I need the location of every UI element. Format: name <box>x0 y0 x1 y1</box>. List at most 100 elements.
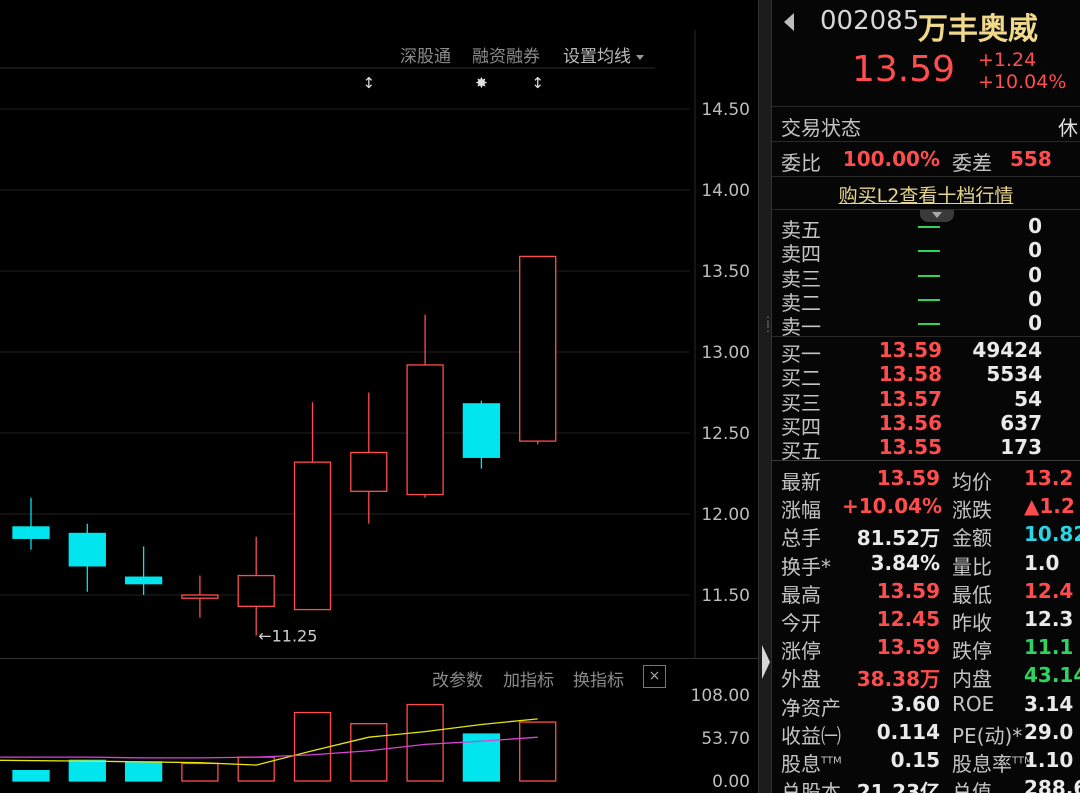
stat-value: 81.52万 <box>856 526 940 551</box>
divider <box>772 141 1080 142</box>
stat-label: 总值 <box>952 780 992 793</box>
volume-bar <box>237 756 275 782</box>
add-indicator-button[interactable]: 加指标 <box>503 666 554 691</box>
candle-body <box>462 403 501 458</box>
stat-value: 13.59 <box>876 466 940 490</box>
caret-down-icon <box>636 54 645 60</box>
ask-volume: 0 <box>1028 286 1042 311</box>
volume-tick-label: 108.00 <box>691 686 750 706</box>
weicha-label: 委差 <box>952 151 992 175</box>
stat-label: 收益㈠ <box>781 723 841 748</box>
bid-price: 13.59 <box>878 338 942 362</box>
candle-body <box>406 364 444 496</box>
bid-price: 13.58 <box>878 362 942 387</box>
price-tick-label: 14.00 <box>701 181 750 201</box>
expand-tab[interactable] <box>920 210 954 222</box>
change-params-button[interactable]: 改参数 <box>432 666 483 691</box>
last-price: 13.59 <box>852 49 956 90</box>
volume-bar <box>181 762 219 782</box>
ask-volume: 0 <box>1028 311 1042 336</box>
stat-label: 最高 <box>781 582 821 607</box>
buy-l2-link[interactable]: 购买L2查看十档行情 <box>772 181 1080 208</box>
price-tick-label: 12.00 <box>701 505 750 525</box>
ma-settings-label: 设置均线 <box>563 47 631 67</box>
bid-price: 13.56 <box>878 410 942 435</box>
weibi-label: 委比 <box>781 151 821 175</box>
divider <box>772 336 1080 337</box>
stat-value: 12.4 <box>1024 578 1074 603</box>
divider <box>772 106 1080 107</box>
bid-volume: 173 <box>1000 435 1042 460</box>
divider <box>772 176 1080 177</box>
candle-body <box>237 574 275 607</box>
collapse-arrow-icon[interactable] <box>762 645 770 679</box>
candle-body <box>293 461 332 611</box>
candle-body <box>519 255 557 442</box>
stat-label: 涨幅 <box>781 498 821 523</box>
trade-status-value: 休 <box>1058 116 1078 140</box>
stat-label: PE(动)* <box>952 723 1023 748</box>
divider <box>772 460 1080 461</box>
stat-value: 38.38万 <box>856 667 940 692</box>
stat-value: 1.10 <box>1024 748 1074 772</box>
stat-value: 3.84% <box>870 550 940 575</box>
price-tick-label: 11.50 <box>701 586 750 606</box>
kline-chart-panel[interactable]: 14.50 14.00 13.50 13.00 12.50 12.00 11.50 ←11.2… <box>0 0 758 792</box>
stat-label: 均价 <box>952 470 992 494</box>
weibi-value: 100.00% <box>842 147 940 171</box>
shenzhen-connect-link[interactable]: 深股通 <box>400 42 451 67</box>
margin-trading-link[interactable]: 融资融券 <box>472 42 540 67</box>
price-tick-label: 13.50 <box>701 262 750 282</box>
stat-value: 43.14 <box>1024 663 1080 688</box>
stat-label: ROE <box>952 691 995 716</box>
stat-label: 最低 <box>952 582 992 607</box>
ma-settings-dropdown[interactable]: 设置均线 <box>563 42 645 67</box>
panel-splitter[interactable]: ⋮ ⋮ <box>758 0 774 793</box>
close-icon[interactable]: × <box>643 665 666 688</box>
stat-value: 11.1 <box>1024 635 1074 660</box>
back-arrow-icon[interactable] <box>784 13 794 31</box>
ask-volume: 0 <box>1028 238 1042 263</box>
stat-value: 12.3 <box>1024 607 1074 631</box>
stat-value: 3.60 <box>890 691 940 716</box>
bid-volume: 637 <box>1000 410 1042 435</box>
ask-price-dash <box>918 323 940 326</box>
stat-label: 股息率TTM <box>952 752 1033 776</box>
stat-label: 今开 <box>781 611 821 635</box>
switch-indicator-button[interactable]: 换指标 <box>573 666 624 691</box>
bid-volume: 49424 <box>972 338 1042 362</box>
stat-label: 股息TTM <box>781 752 842 776</box>
stat-label: 内盘 <box>952 667 992 692</box>
quote-panel: 002085 万丰奥威 13.59 +1.24 +10.04% 交易状态 休 委… <box>772 0 1080 793</box>
stock-name: 万丰奥威 <box>918 12 1038 47</box>
stat-label: 最新 <box>781 470 821 494</box>
price-change: +1.24 <box>978 49 1037 71</box>
ask-price-dash <box>918 298 940 301</box>
volume-bar <box>350 723 388 782</box>
bid-price: 13.57 <box>878 386 942 411</box>
indicator-divider <box>0 658 758 659</box>
stat-value: 288.6 <box>1024 776 1080 793</box>
stat-value: 29.0 <box>1024 719 1074 744</box>
stat-value: +10.04% <box>842 494 943 519</box>
volume-bar <box>12 769 50 782</box>
volume-tick-label: 0.00 <box>712 772 750 792</box>
stat-label: 总手 <box>781 526 821 551</box>
price-tick-label: 13.00 <box>701 343 750 363</box>
candle-body <box>68 532 106 567</box>
stock-code: 002085 <box>820 6 920 36</box>
ask-volume: 0 <box>1028 214 1042 238</box>
ask-volume: 0 <box>1028 262 1042 287</box>
event-marker-icon: ✸ <box>475 74 488 92</box>
candle-body <box>181 594 219 599</box>
price-tick-label: 14.50 <box>701 100 750 120</box>
stat-value: 10.82 <box>1024 522 1080 547</box>
stat-value: 21.23亿 <box>856 780 940 793</box>
volume-bar <box>519 721 557 782</box>
stat-value: 0.15 <box>890 748 940 772</box>
price-change-pct: +10.04% <box>978 71 1067 93</box>
chevron-down-icon <box>932 212 942 218</box>
ask-price-dash <box>918 250 940 253</box>
event-marker-icon: ↕ <box>531 74 544 92</box>
candle-body <box>350 451 388 492</box>
